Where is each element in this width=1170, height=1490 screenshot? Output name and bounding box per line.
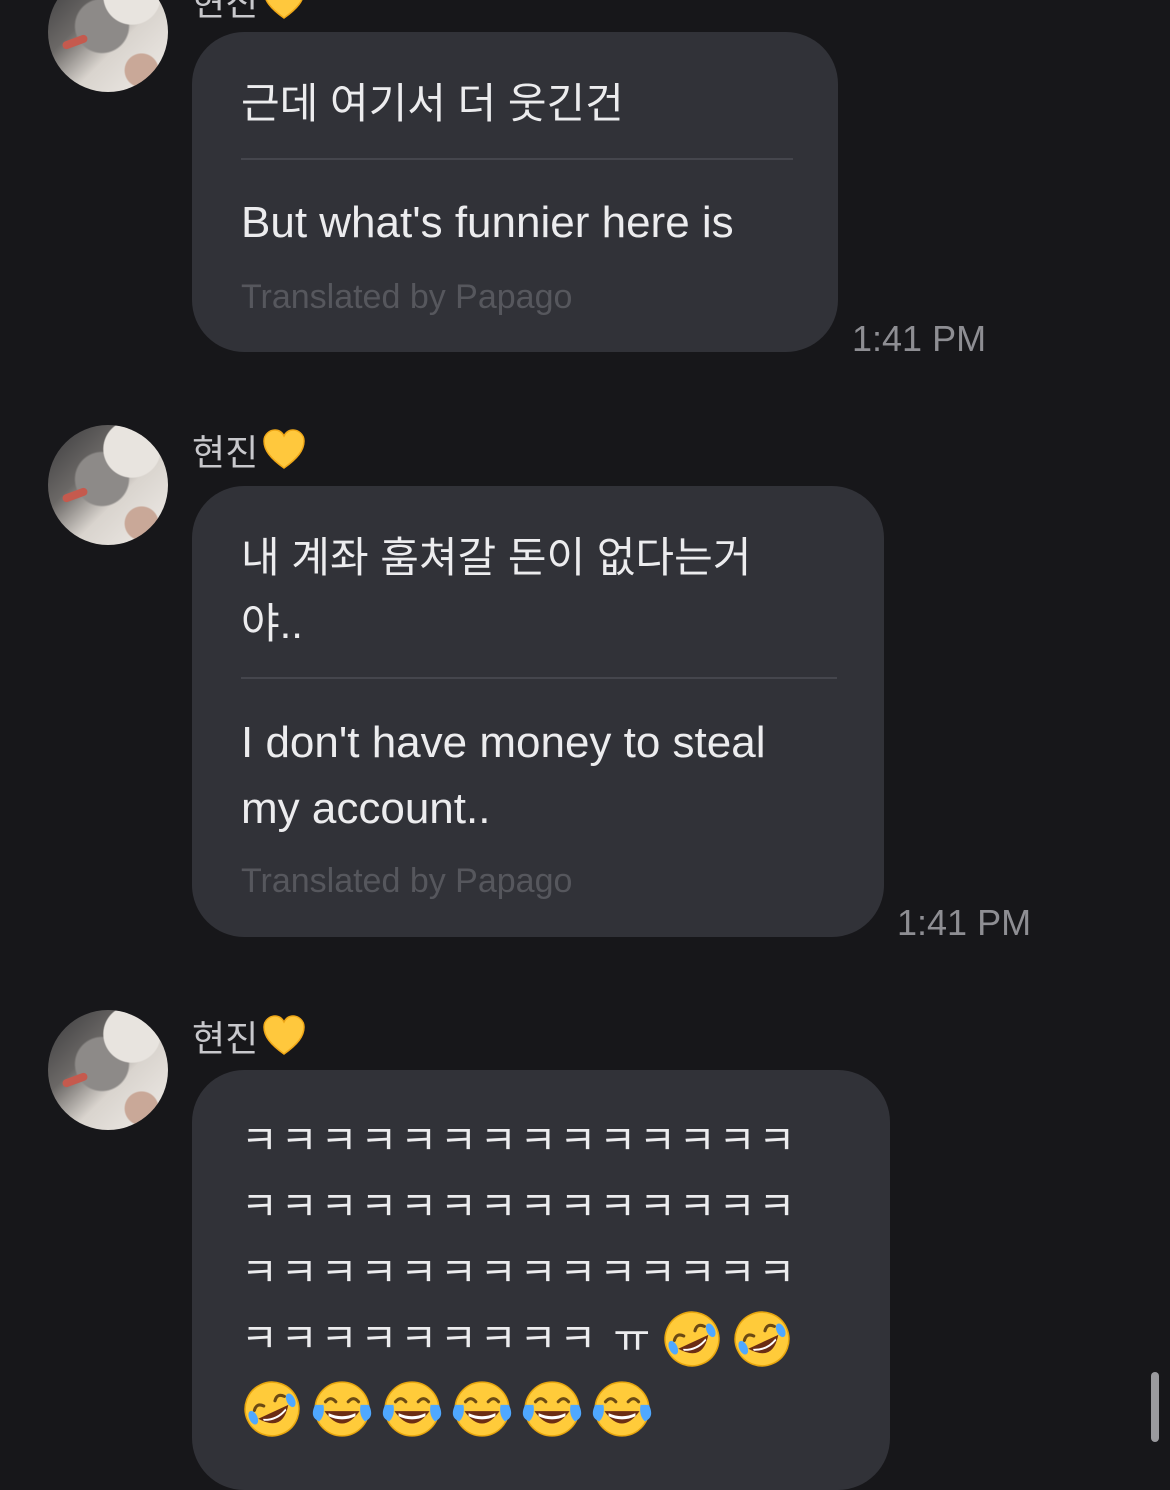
avatar[interactable]: [48, 425, 168, 545]
original-text-line: 내 계좌 훔쳐갈 돈이 없다는거: [241, 534, 752, 581]
emoji-row: [241, 1378, 653, 1440]
laugh-text-line: ㅋㅋㅋㅋㅋㅋㅋㅋㅋㅋㅋㅋㅋㅋ: [241, 1119, 799, 1163]
translated-text: But what's funnier here is: [241, 198, 734, 247]
yellow-heart-icon: [262, 428, 306, 472]
tears-of-joy-icon: [591, 1378, 653, 1440]
avatar[interactable]: [48, 1010, 168, 1130]
timestamp: 1:41 PM: [852, 318, 987, 359]
sender-label: 현진: [192, 1018, 259, 1059]
message-bubble[interactable]: 근데 여기서 더 웃긴건 But what's funnier here is …: [192, 32, 838, 352]
sender-name: 현진: [192, 1010, 306, 1062]
translation-divider: [241, 158, 793, 160]
laugh-text-line: ㅋㅋㅋㅋㅋㅋㅋㅋㅋ ㅠ: [241, 1317, 654, 1361]
yellow-heart-icon: [262, 1014, 306, 1058]
tears-of-joy-icon: [311, 1378, 373, 1440]
translation-credit: Translated by Papago: [241, 278, 573, 316]
laugh-text-line: ㅋㅋㅋㅋㅋㅋㅋㅋㅋㅋㅋㅋㅋㅋ: [241, 1185, 799, 1229]
yellow-heart-icon: [262, 0, 306, 22]
timestamp: 1:41 PM: [897, 902, 1032, 943]
message-bubble[interactable]: 내 계좌 훔쳐갈 돈이 없다는거 야.. I don't have money …: [192, 486, 884, 937]
sender-name: 현진: [192, 0, 306, 26]
avatar[interactable]: [48, 0, 168, 92]
tears-of-joy-icon: [521, 1378, 583, 1440]
tears-of-joy-icon: [451, 1378, 513, 1440]
rolling-on-floor-laughing-icon: [661, 1308, 723, 1370]
sender-label: 현진: [192, 0, 259, 23]
translated-text-line: my account..: [241, 784, 491, 833]
original-text-line: 야..: [241, 600, 303, 647]
rolling-on-floor-laughing-icon: [731, 1308, 793, 1370]
scrollbar[interactable]: [1151, 1372, 1159, 1442]
rolling-on-floor-laughing-icon: [241, 1378, 303, 1440]
translation-credit: Translated by Papago: [241, 862, 573, 900]
translated-text-line: I don't have money to steal: [241, 718, 766, 767]
laugh-text-line: ㅋㅋㅋㅋㅋㅋㅋㅋㅋㅋㅋㅋㅋㅋ: [241, 1251, 799, 1295]
original-text: 근데 여기서 더 웃긴건: [241, 80, 624, 127]
tears-of-joy-icon: [381, 1378, 443, 1440]
laugh-emoji-line: ㅋㅋㅋㅋㅋㅋㅋㅋㅋ ㅠ: [241, 1306, 793, 1372]
message-bubble[interactable]: ㅋㅋㅋㅋㅋㅋㅋㅋㅋㅋㅋㅋㅋㅋ ㅋㅋㅋㅋㅋㅋㅋㅋㅋㅋㅋㅋㅋㅋ ㅋㅋㅋㅋㅋㅋㅋㅋㅋㅋ…: [192, 1070, 890, 1490]
translation-divider: [241, 677, 837, 679]
sender-name: 현진: [192, 424, 306, 476]
sender-label: 현진: [192, 432, 259, 473]
